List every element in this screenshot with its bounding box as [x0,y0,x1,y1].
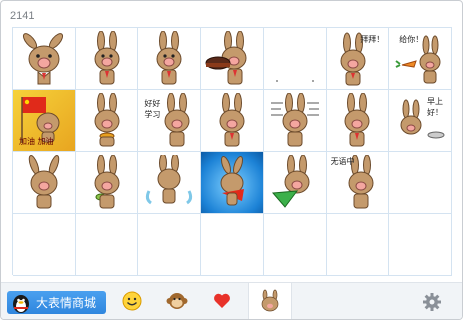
sticker-cell-empty [263,214,327,276]
sticker-grid: 拜拜！ 给你！ 加油 加油 好好学习 早上好！ 无语中 [12,27,452,276]
sticker-caption: 给你！ [399,35,424,44]
tab-monkey-emoji[interactable] [165,289,189,313]
sticker-cell-empty [201,214,264,276]
sticker-cell[interactable] [326,90,390,152]
rabbit-dance-icon [146,154,193,204]
sticker-cell[interactable] [201,90,264,152]
rabbit-lines-icon [270,92,319,146]
sticker-cell[interactable] [75,28,139,90]
sticker-caption: 拜拜！ [360,35,385,44]
sticker-cell-empty [75,214,139,276]
sticker-cell[interactable] [13,28,76,90]
heart-icon [214,293,230,308]
sticker-caption: 好好学习 [144,99,161,119]
sticker-cell-empty [13,214,76,276]
sticker-cell-empty [326,214,390,276]
sticker-cell[interactable]: 拜拜！ [326,28,390,90]
sticker-cell[interactable] [138,28,202,90]
sticker-cell[interactable] [75,90,139,152]
rabbit-plain-icon [219,92,245,146]
rabbit-drink-icon [94,154,120,208]
emoji-store-label: 大表情商城 [36,296,97,310]
sticker-cell[interactable]: 给你！ [389,28,452,90]
sticker-cell[interactable]: 加油 加油 [13,90,76,152]
rabbit-fan-icon [271,154,310,208]
emoji-category-bar: 大表情商城 [1,282,462,319]
sticker-cell[interactable]: 无语中 [326,152,390,214]
sticker-caption: 无语中 [330,157,355,166]
sticker-cell-empty [389,214,452,276]
emoji-store-button[interactable]: 大表情商城 [7,291,106,314]
sticker-count: 2141 [10,10,35,22]
sticker-cell[interactable] [75,152,139,214]
penguin-icon [13,294,29,313]
tab-rabbit-pack[interactable] [248,283,292,319]
monkey-face-icon [166,293,188,309]
emoji-panel: 2141 拜拜！ 给你！ 加油 加油 好好学习 早上好！ 无语中 大表情商城 [0,0,463,320]
rabbit-shy-icon [28,154,60,208]
sticker-cell[interactable] [138,152,202,214]
sticker-cell[interactable]: 好好学习 [138,90,202,152]
rabbit-standing-icon [156,30,182,84]
blank-sticker-icon [275,79,314,82]
tab-classic-emoji[interactable] [120,289,144,313]
rabbit-waving-icon [22,32,63,84]
sticker-cell[interactable] [13,152,76,214]
smiley-face-icon [122,291,142,311]
sticker-cell[interactable]: 早上好！ [389,90,452,152]
sticker-caption: 加油 加油 [19,137,54,146]
gear-icon[interactable] [422,292,442,312]
tab-favorites[interactable] [210,289,234,313]
sticker-cell[interactable] [263,90,327,152]
rabbit-thinking-icon [94,30,120,84]
rabbit-cake-icon [205,30,247,84]
sticker-cell[interactable] [263,152,327,214]
sticker-cell-empty [389,152,452,214]
sticker-cell[interactable] [201,152,264,214]
sticker-cell-empty [138,214,202,276]
rabbit-burger-icon [94,92,120,146]
rabbit-pack-icon [261,289,279,311]
rabbit-hero-icon [220,155,244,205]
rabbit-walking-icon [344,92,370,146]
sticker-cell[interactable] [201,28,264,90]
sticker-cell[interactable] [263,28,327,90]
sticker-caption: 早上好！ [427,97,443,117]
